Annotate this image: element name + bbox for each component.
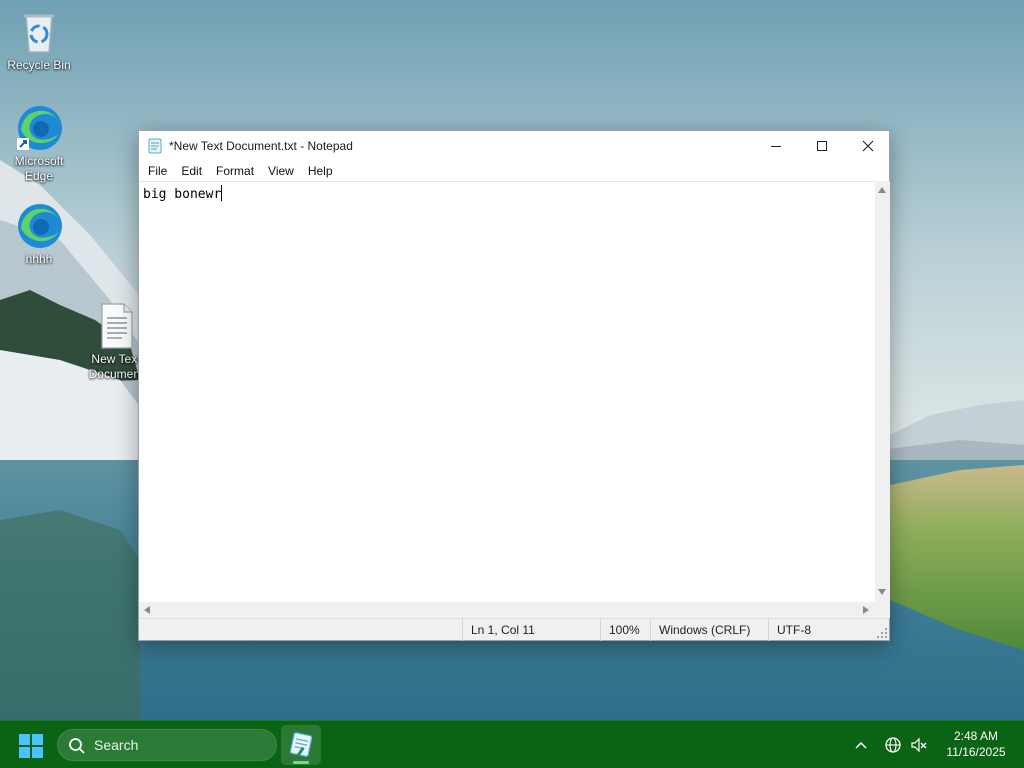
maximize-icon: [817, 141, 827, 151]
close-icon: [862, 140, 874, 152]
status-line-ending: Windows (CRLF): [650, 619, 770, 641]
windows-logo-icon: [19, 734, 43, 758]
horizontal-scrollbar[interactable]: [139, 602, 875, 618]
editor-text: big bonewr: [143, 187, 222, 202]
menu-file[interactable]: File: [141, 161, 174, 181]
desktop-icon-hhhh[interactable]: hhhh: [1, 202, 77, 267]
running-app-indicator: [293, 761, 309, 764]
resize-grip-icon[interactable]: [877, 628, 887, 638]
desktop-icon-microsoft-edge[interactable]: Microsoft Edge: [1, 104, 77, 184]
scroll-down-arrow-icon[interactable]: [878, 589, 886, 595]
text-caret: [221, 185, 223, 201]
menu-bar: File Edit Format View Help: [139, 161, 889, 181]
menu-help[interactable]: Help: [301, 161, 340, 181]
taskbar-notepad-button[interactable]: [281, 725, 321, 765]
status-encoding: UTF-8: [768, 619, 876, 641]
notepad-icon: [147, 138, 163, 154]
vertical-scrollbar[interactable]: [875, 181, 890, 602]
search-placeholder: Search: [94, 737, 139, 753]
text-file-icon: [92, 302, 140, 350]
menu-view[interactable]: View: [261, 161, 301, 181]
desktop-icon-label: Microsoft Edge: [14, 154, 64, 183]
desktop-icon-recycle-bin[interactable]: Recycle Bin: [1, 8, 77, 73]
chevron-up-icon: [855, 741, 867, 749]
close-button[interactable]: [845, 131, 891, 161]
scroll-right-arrow-icon[interactable]: [863, 606, 869, 614]
search-icon: [69, 738, 85, 754]
editor-content[interactable]: big bonewr: [143, 185, 223, 202]
edge-icon: [15, 202, 63, 250]
network-status-button[interactable]: [884, 736, 902, 754]
taskbar-search-box[interactable]: Search: [57, 729, 277, 761]
status-bar: Ln 1, Col 11 100% Windows (CRLF) UTF-8: [139, 618, 889, 641]
scroll-up-arrow-icon[interactable]: [878, 187, 886, 193]
desktop-icon-label: hhhh: [25, 252, 53, 266]
clock-time: 2:48 AM: [953, 729, 999, 743]
volume-button[interactable]: [910, 736, 928, 754]
maximize-button[interactable]: [799, 131, 845, 161]
system-clock[interactable]: 2:48 AM 11/16/2025: [938, 728, 1014, 760]
minimize-icon: [771, 146, 781, 147]
notepad-icon: [289, 732, 313, 757]
status-zoom: 100%: [600, 619, 652, 641]
recycle-bin-icon: [15, 8, 63, 56]
start-button[interactable]: [18, 733, 44, 759]
status-cursor-position: Ln 1, Col 11: [462, 619, 600, 641]
show-hidden-icons-button[interactable]: [853, 738, 869, 752]
menu-edit[interactable]: Edit: [174, 161, 209, 181]
text-editor-area[interactable]: big bonewr: [139, 181, 875, 602]
scroll-left-arrow-icon[interactable]: [144, 606, 150, 614]
globe-icon: [885, 737, 901, 753]
volume-muted-icon: [911, 737, 927, 753]
clock-date: 11/16/2025: [946, 745, 1006, 759]
title-bar[interactable]: *New Text Document.txt - Notepad: [139, 131, 889, 161]
notepad-window: *New Text Document.txt - Notepad File Ed…: [138, 130, 890, 641]
menu-format[interactable]: Format: [209, 161, 261, 181]
desktop-icon-label: Recycle Bin: [7, 58, 71, 72]
window-title: *New Text Document.txt - Notepad: [169, 139, 353, 153]
scrollbar-corner: [875, 602, 890, 618]
edge-icon: [15, 104, 63, 152]
minimize-button[interactable]: [753, 131, 799, 161]
taskbar: Search 2:48 AM 11/16/2025: [0, 720, 1024, 768]
